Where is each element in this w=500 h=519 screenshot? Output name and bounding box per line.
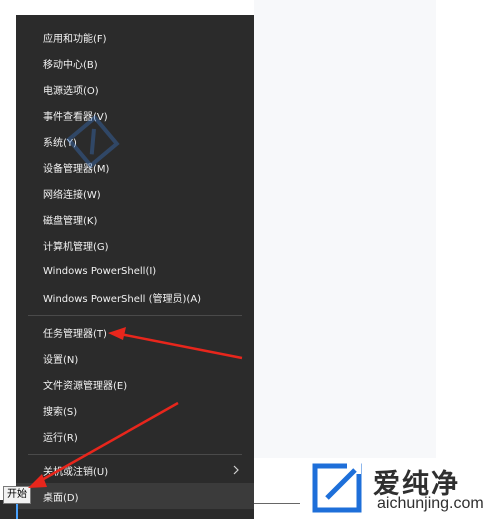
menu-item-label: 计算机管理(G): [43, 241, 109, 253]
menu-item-label: 搜索(S): [43, 406, 78, 418]
menu-item-device-manager[interactable]: 设备管理器(M): [16, 154, 254, 180]
menu-item-settings[interactable]: 设置(N): [16, 345, 254, 371]
start-tooltip: 开始: [3, 486, 31, 504]
menu-item-label: 网络连接(W): [43, 189, 101, 201]
menu-item-label: 运行(R): [43, 432, 78, 444]
menu-item-computer-management[interactable]: 计算机管理(G): [16, 232, 254, 258]
menu-item-file-explorer[interactable]: 文件资源管理器(E): [16, 371, 254, 397]
menu-item-powershell-admin[interactable]: Windows PowerShell (管理员)(A): [16, 284, 254, 310]
menu-separator: [28, 315, 242, 316]
menu-item-event-viewer[interactable]: 事件查看器(V): [16, 102, 254, 128]
menu-item-disk-management[interactable]: 磁盘管理(K): [16, 206, 254, 232]
logo-site: aichunjing.com: [377, 495, 484, 512]
menu-item-apps-features[interactable]: 应用和功能(F): [16, 24, 254, 50]
menu-item-powershell[interactable]: Windows PowerShell(I): [16, 258, 254, 284]
menu-item-label: 磁盘管理(K): [43, 215, 98, 227]
menu-item-label: 系统(Y): [43, 137, 77, 149]
start-button-indicator[interactable]: [16, 504, 18, 519]
chevron-right-icon: [233, 465, 239, 475]
menu-item-search[interactable]: 搜索(S): [16, 397, 254, 423]
menu-item-system[interactable]: 系统(Y): [16, 128, 254, 154]
menu-item-label: 文件资源管理器(E): [43, 380, 128, 392]
watermark-logo: 爱纯净 aichunjing.com: [301, 458, 500, 519]
menu-item-run[interactable]: 运行(R): [16, 423, 254, 449]
menu-item-label: 电源选项(O): [43, 85, 99, 97]
menu-item-task-manager[interactable]: 任务管理器(T): [16, 319, 254, 345]
menu-bottom-strip: [18, 509, 254, 519]
menu-item-network-connections[interactable]: 网络连接(W): [16, 180, 254, 206]
menu-item-power-options[interactable]: 电源选项(O): [16, 76, 254, 102]
menu-item-label: 任务管理器(T): [43, 328, 107, 340]
winx-context-menu: 应用和功能(F) 移动中心(B) 电源选项(O) 事件查看器(V) 系统(Y) …: [16, 15, 254, 509]
menu-item-label: Windows PowerShell(I): [43, 265, 157, 277]
menu-item-label: 设置(N): [43, 354, 79, 366]
taskbar-edge-line: [254, 503, 300, 504]
menu-item-desktop[interactable]: 桌面(D): [16, 483, 254, 509]
menu-item-label: 事件查看器(V): [43, 111, 108, 123]
menu-item-label: 移动中心(B): [43, 59, 98, 71]
menu-item-label: 应用和功能(F): [43, 33, 107, 45]
menu-separator: [28, 454, 242, 455]
background-window-panel: [254, 0, 436, 458]
menu-item-label: 桌面(D): [43, 492, 79, 504]
menu-item-label: Windows PowerShell (管理员)(A): [43, 293, 202, 305]
menu-item-mobility-center[interactable]: 移动中心(B): [16, 50, 254, 76]
menu-item-shutdown-signout[interactable]: 关机或注销(U): [16, 457, 254, 483]
logo-mark-icon: [312, 460, 362, 513]
desktop-left-edge: [0, 0, 16, 519]
menu-item-label: 关机或注销(U): [43, 466, 109, 478]
menu-item-label: 设备管理器(M): [43, 163, 110, 175]
desktop-background: [254, 0, 500, 519]
